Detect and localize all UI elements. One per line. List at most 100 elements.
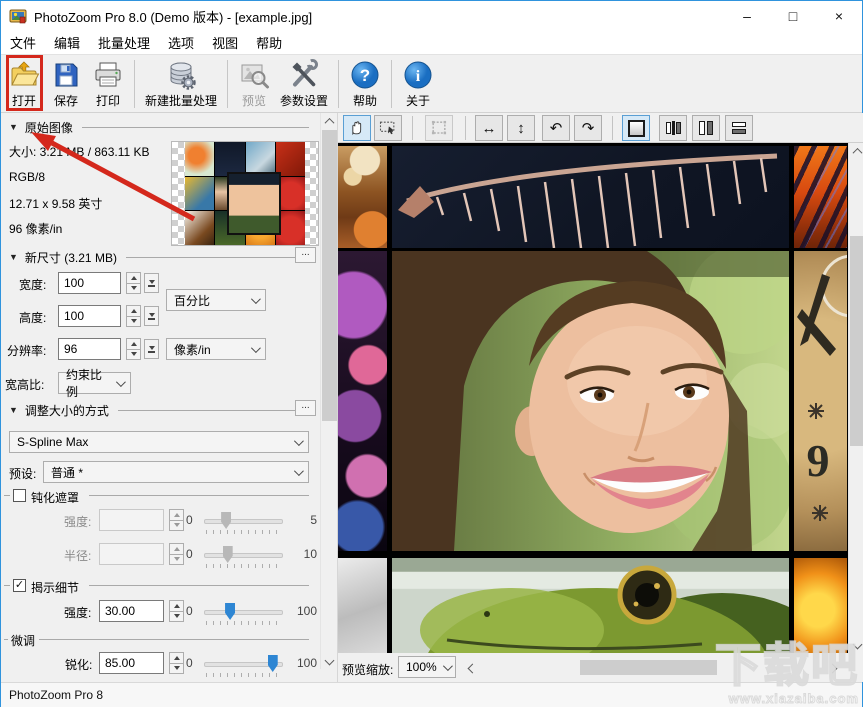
new-batch-button[interactable]: 新建批量处理 [140,58,222,110]
minimize-button[interactable]: – [724,1,770,31]
hscroll-left-icon[interactable] [464,660,480,676]
scroll-down-icon[interactable] [321,652,338,669]
window-title: PhotoZoom Pro 8.0 (Demo 版本) - [example.j… [34,7,312,26]
main-toolbar: 打开 保存 [1,54,862,113]
height-input[interactable] [58,305,121,327]
hand-tool-button[interactable] [343,115,371,141]
spinner-down-icon[interactable] [126,349,141,361]
marquee-tool-button[interactable] [374,115,402,141]
fine-tune-label: 微调 [11,632,35,649]
svg-text:?: ? [360,66,370,85]
about-button-label: 关于 [406,92,430,109]
help-button[interactable]: ? 帮助 [344,58,386,110]
unsharp-mask-checkbox[interactable] [13,489,26,502]
preview-hscrollbar-thumb[interactable] [580,660,717,675]
resolution-stepper[interactable] [126,338,141,360]
rotate-cw-button[interactable]: ↷ [574,115,602,141]
sharpen-stepper[interactable] [169,652,184,674]
width-fit-button[interactable] [144,273,159,293]
flip-horizontal-button[interactable]: ↔ [475,115,503,141]
resize-method-more-button[interactable]: ... [295,400,316,416]
resolution-fit-button[interactable] [144,339,159,359]
scroll-up-icon[interactable] [321,113,338,130]
toolbar-separator [134,60,135,108]
slider-thumb [223,546,233,563]
toolbar-separator [338,60,339,108]
reveal-strength-input[interactable] [99,600,164,622]
hscroll-right-icon[interactable] [824,660,840,676]
combo-chevron-icon [443,661,453,671]
panel-scrollbar-thumb[interactable] [322,130,337,421]
height-fit-button[interactable] [144,306,159,326]
preset-dropdown[interactable]: 普通 * [43,461,309,483]
height-stepper[interactable] [126,305,141,327]
panel-scrollbar[interactable] [320,113,337,669]
menu-edit[interactable]: 编辑 [45,33,89,52]
unsharp-radius-max: 10 [289,547,317,561]
save-button[interactable]: 保存 [45,58,87,110]
resolution-input[interactable] [58,338,121,360]
unsharp-strength-label: 强度: [64,513,91,530]
view-split-button[interactable] [659,115,687,141]
preset-label: 预设: [9,465,36,482]
spinner-down-icon[interactable] [126,316,141,328]
preview-canvas[interactable]: 9 [338,143,848,653]
resize-method-dropdown[interactable]: S-Spline Max [9,431,309,453]
image-thumbnail-navigator[interactable] [171,141,319,246]
reveal-strength-row: 强度: 0 100 [1,600,320,622]
section-resize-method[interactable]: ▼ 调整大小的方式 [9,402,309,418]
width-stepper[interactable] [126,272,141,294]
unsharp-radius-row: 半径: 0 10 [1,543,320,565]
view-split-icon [666,121,681,135]
reveal-strength-slider[interactable] [204,602,283,624]
spinner-down-icon[interactable] [169,611,184,623]
view-single-button[interactable] [622,115,650,141]
preview-vscrollbar-thumb[interactable] [850,236,863,446]
aspect-dropdown[interactable]: 约束比例 [58,372,131,394]
combo-chevron-icon [294,436,304,446]
slider-thumb[interactable] [268,655,278,672]
new-size-more-button[interactable]: ... [295,247,316,263]
spinner-down-icon[interactable] [126,283,141,295]
reveal-strength-stepper[interactable] [169,600,184,622]
resolution-unit-dropdown[interactable]: 像素/in [166,338,266,360]
about-button[interactable]: i 关于 [397,58,439,110]
view-two-horizontal-button[interactable] [725,115,753,141]
tools-icon [288,59,320,91]
rotate-ccw-button[interactable]: ↶ [542,115,570,141]
sharpen-max: 100 [289,656,317,670]
reveal-details-checkbox[interactable]: ✓ [13,579,26,592]
preview-photo-grill [794,146,847,248]
preview-vscrollbar[interactable] [848,143,863,653]
scroll-down-icon[interactable] [849,636,863,653]
close-button[interactable]: × [816,1,862,31]
print-button[interactable]: 打印 [87,58,129,110]
sharpen-input[interactable] [99,652,164,674]
sharpen-label: 锐化: [65,656,92,673]
menu-options[interactable]: 选项 [159,33,203,52]
sharpen-slider[interactable] [204,654,283,676]
preview-toolbar: ↔ ↕ ↶ ↷ [338,113,863,143]
menu-view[interactable]: 视图 [203,33,247,52]
spinner-down-icon[interactable] [169,663,184,675]
menu-file[interactable]: 文件 [1,33,45,52]
resize-method-value: S-Spline Max [17,435,88,449]
width-input[interactable] [58,272,121,294]
printer-icon [92,59,124,91]
crop-tool-button [425,115,453,141]
resolution-unit-value: 像素/in [174,341,211,358]
flip-vertical-button[interactable]: ↕ [507,115,535,141]
settings-button[interactable]: 参数设置 [275,58,333,110]
preview-zoom-dropdown[interactable]: 100% [398,656,456,678]
section-new-size[interactable]: ▼ 新尺寸 (3.21 MB) [9,249,309,265]
annotation-highlight-box [6,55,43,111]
menu-help[interactable]: 帮助 [247,33,291,52]
slider-thumb[interactable] [225,603,235,620]
section-original-image[interactable]: ▼ 原始图像 [9,119,309,135]
maximize-button[interactable]: □ [770,1,816,31]
section-collapse-arrow: ▼ [9,122,18,132]
menu-batch[interactable]: 批量处理 [89,33,159,52]
view-two-vertical-button[interactable] [692,115,720,141]
thumbnail-viewport-rect[interactable] [227,172,281,235]
scroll-up-icon[interactable] [849,143,863,160]
